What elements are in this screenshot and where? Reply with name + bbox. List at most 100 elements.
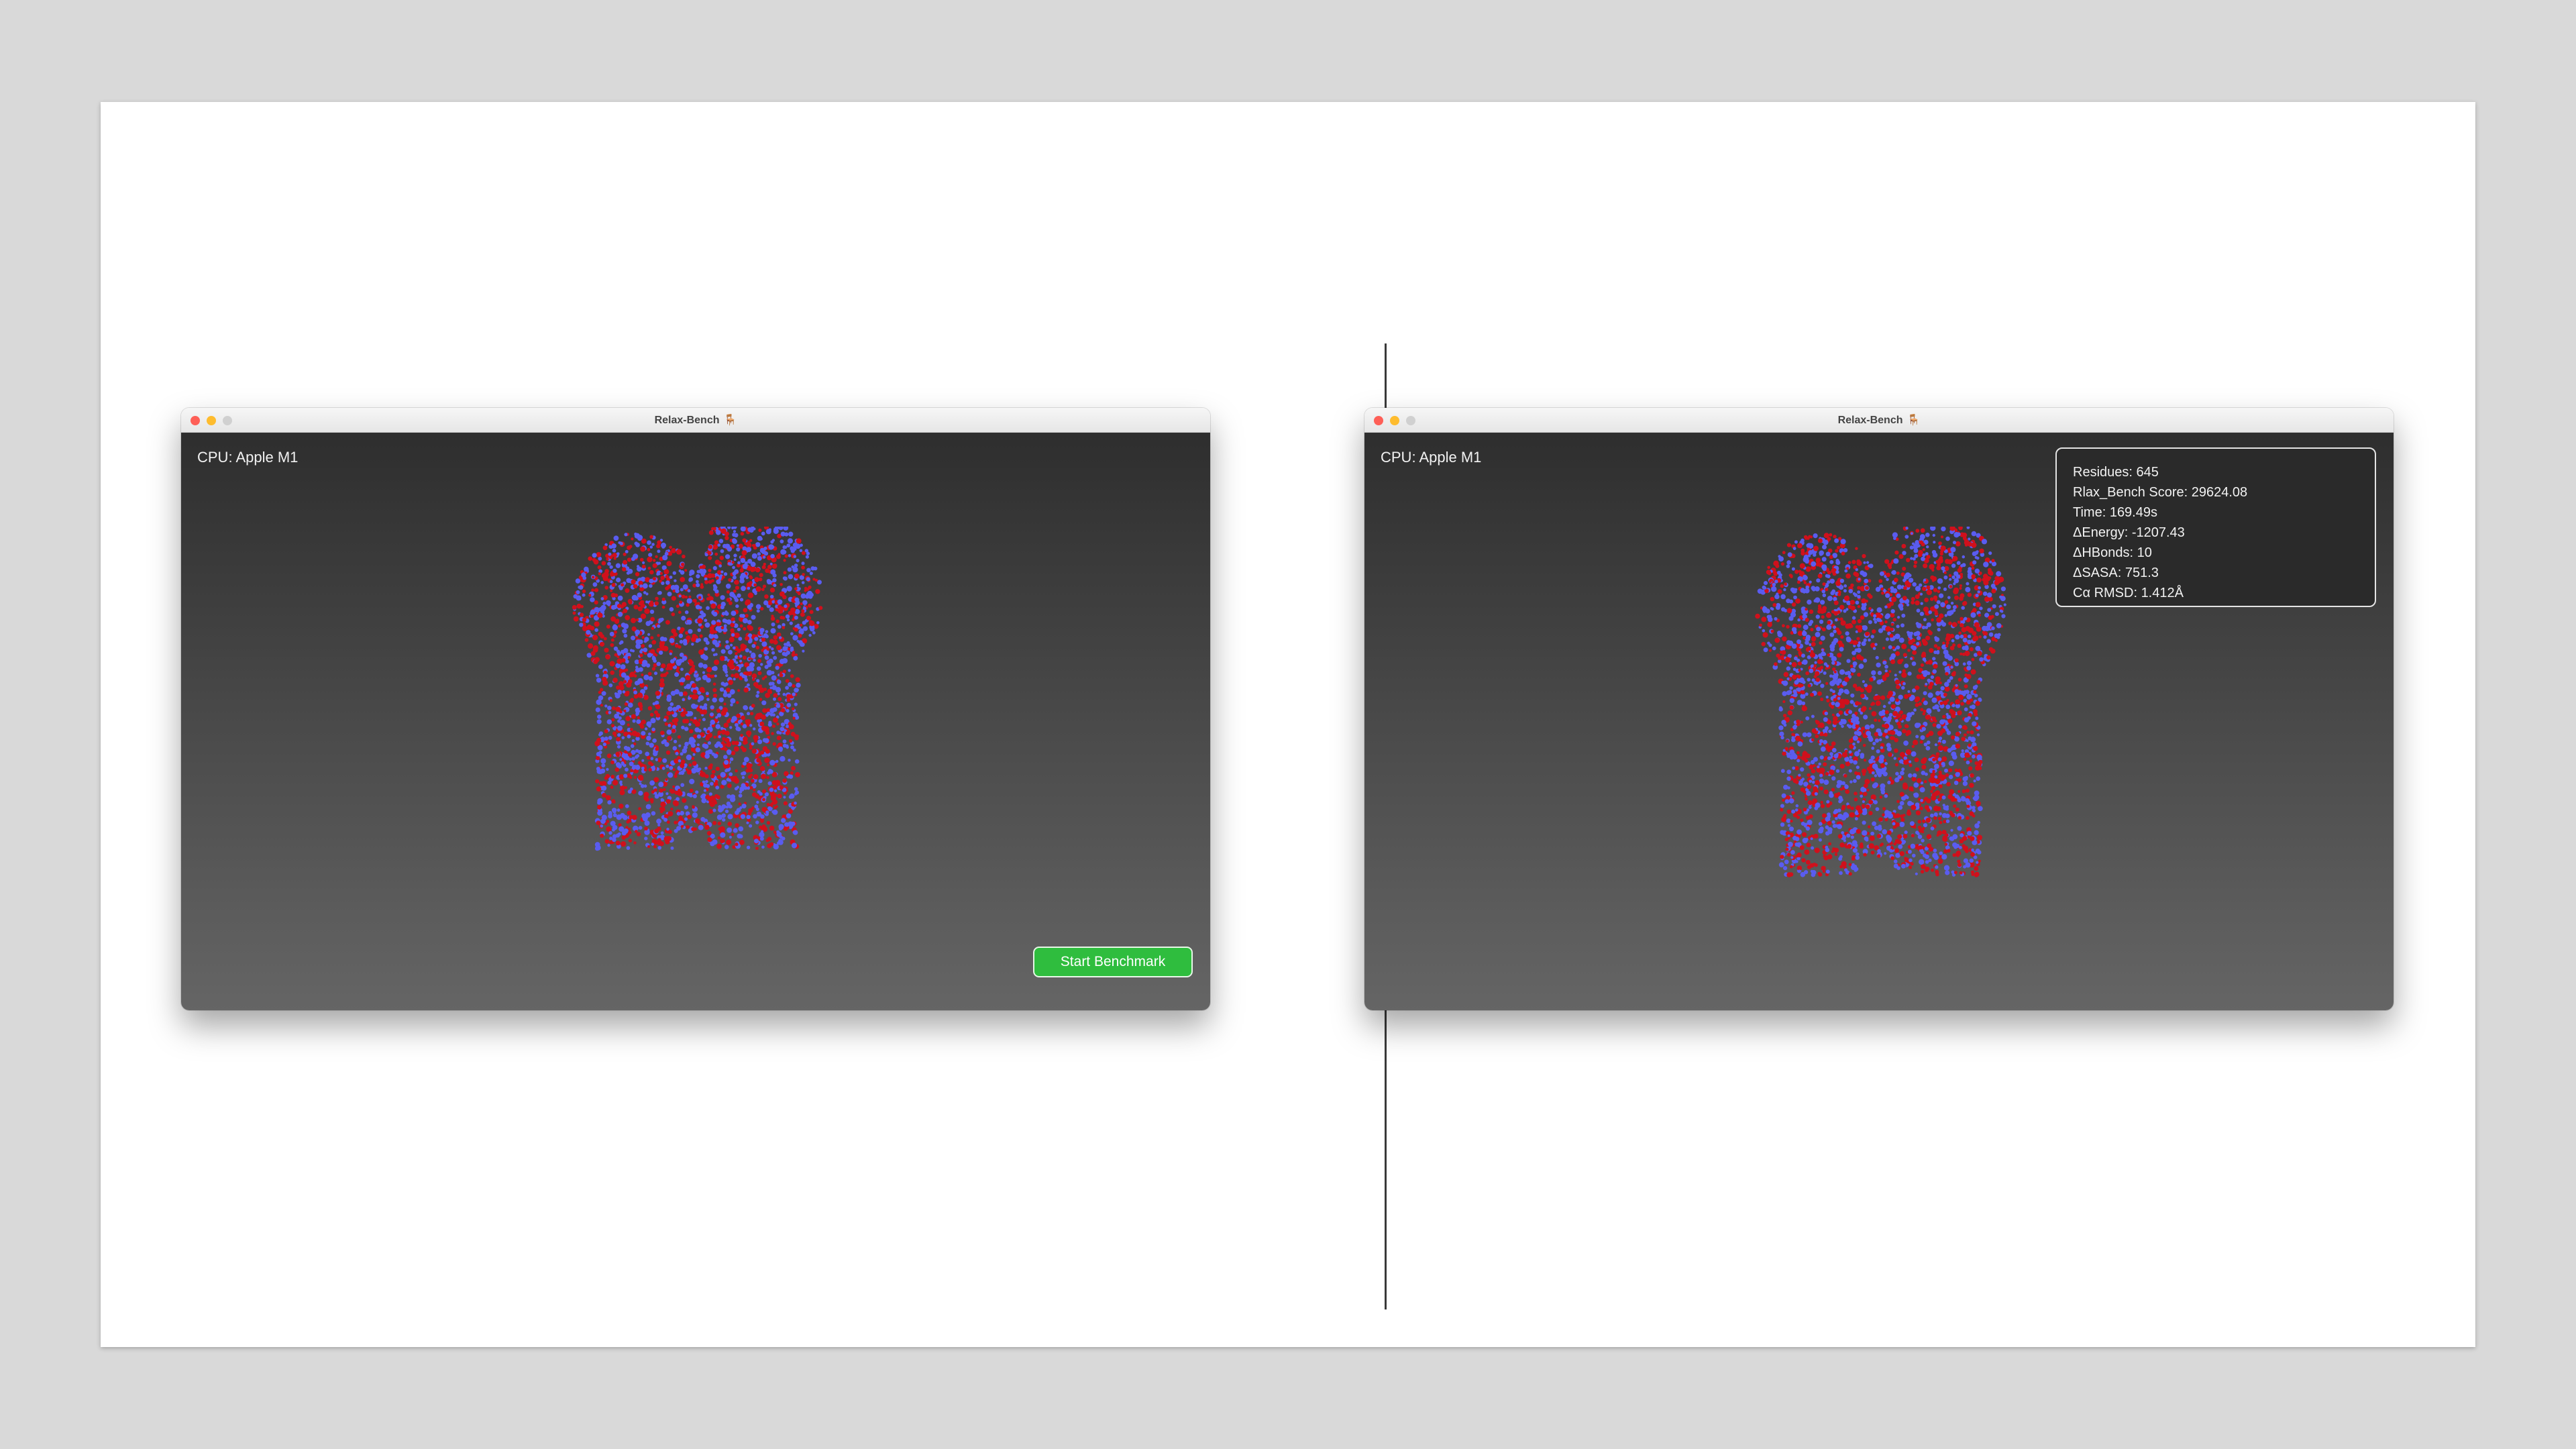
atom-point [611,724,614,728]
atom-point [1868,638,1871,642]
atom-point [659,643,665,649]
atom-point [654,710,658,714]
atom-point [627,557,632,562]
atom-point [596,786,602,792]
atom-point [1833,698,1837,702]
atom-point [692,683,697,688]
atom-point [1974,865,1979,871]
atom-point [1792,630,1797,635]
atom-point [751,704,755,708]
atom-point [717,821,722,826]
atom-point [1893,842,1897,846]
atom-point [791,765,796,771]
atom-point [1907,649,1911,652]
atom-point [623,608,628,613]
atom-point [656,661,661,666]
atom-point [633,553,639,559]
atom-point [794,702,798,706]
atom-point [1960,635,1964,639]
atom-point [641,759,645,762]
atom-point [1913,782,1919,788]
atom-point [772,742,776,746]
atom-point [1839,842,1845,848]
atom-point [738,826,744,832]
atom-point [1833,847,1839,853]
atom-point [1933,855,1939,860]
atom-point [1763,586,1767,590]
atom-point [1973,796,1979,802]
atom-point [655,653,658,657]
atom-point [1860,615,1865,620]
atom-point [678,759,682,763]
atom-point [1902,653,1907,657]
atom-point [725,805,729,809]
window-titlebar[interactable]: Relax-Bench 🪑 [181,408,1210,433]
start-benchmark-button[interactable]: Start Benchmark [1033,947,1193,977]
atom-point [788,669,791,672]
atom-point [611,718,615,722]
window-titlebar[interactable]: Relax-Bench 🪑 [1364,408,2394,433]
atom-point [775,805,778,808]
atom-point [1946,698,1949,702]
atom-point [601,691,606,696]
atom-point [786,708,790,713]
atom-point [795,677,800,682]
atom-point [1767,566,1770,570]
atom-point [1878,817,1883,822]
atom-point [735,823,739,828]
atom-point [666,827,669,831]
atom-point [772,713,775,716]
atom-point [747,625,753,631]
atom-point [1951,622,1957,627]
atom-point [667,830,672,835]
atom-point [782,778,787,783]
atom-point [718,735,721,739]
atom-point [1938,742,1941,745]
atom-point [1847,804,1851,809]
atom-point [601,737,604,740]
atom-point [742,761,747,766]
atom-point [661,542,666,548]
atom-point [816,621,820,625]
atom-point [645,804,651,810]
atom-point [647,633,651,636]
atom-point [1823,757,1827,761]
atom-point [666,561,672,567]
atom-point [1830,590,1835,596]
atom-point [610,643,614,647]
atom-point [680,627,685,632]
atom-point [1917,544,1921,548]
atom-point [1838,662,1841,665]
atom-point [698,596,702,600]
atom-point [765,529,771,535]
atom-point [1962,789,1966,794]
atom-point [1856,637,1860,641]
atom-point [593,559,599,565]
atom-point [612,837,616,843]
atom-point [653,672,658,676]
atom-point [1886,572,1890,578]
atom-point [1808,806,1812,809]
atom-point [1871,747,1875,750]
atom-point [1803,535,1808,539]
atom-point [1917,835,1923,839]
atom-point [782,692,786,696]
atom-point [655,596,659,600]
atom-point [667,772,674,778]
window-title: Relax-Bench 🪑 [181,413,1210,427]
atom-point [608,841,613,845]
atom-point [736,701,739,704]
atom-point [1933,791,1939,796]
atom-point [1827,830,1833,835]
atom-point [1937,627,1941,632]
atom-point [745,576,749,580]
atom-point [618,716,622,720]
atom-point [1780,594,1786,600]
atom-point [794,787,798,791]
atom-point [752,792,757,797]
atom-point [612,813,617,818]
atom-point [1930,790,1933,794]
atom-point [667,735,672,741]
atom-point [770,569,776,575]
atom-point [1795,804,1799,808]
